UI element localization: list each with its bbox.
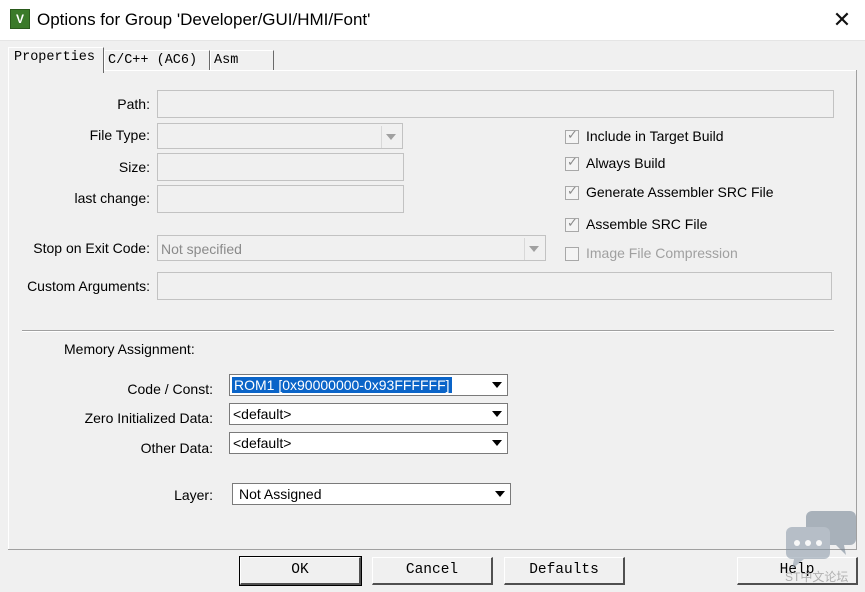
layer-label: Layer: xyxy=(174,487,213,503)
defaults-button[interactable]: Defaults xyxy=(504,557,625,585)
other-data-select[interactable]: <default> xyxy=(229,432,508,454)
memory-assignment-label: Memory Assignment: xyxy=(64,341,195,357)
chevron-down-icon xyxy=(524,238,543,260)
size-label: Size: xyxy=(118,159,150,175)
chevron-down-icon xyxy=(381,126,400,148)
panel-border-bottom xyxy=(8,549,857,550)
generate-asm-src-checkbox[interactable] xyxy=(565,184,579,200)
always-build-label: Always Build xyxy=(586,155,666,171)
path-field xyxy=(157,90,834,118)
other-data-value: <default> xyxy=(233,435,292,451)
size-field xyxy=(157,153,404,181)
always-build-checkbox[interactable] xyxy=(565,155,579,171)
layer-value: Not Assigned xyxy=(239,486,322,502)
stop-exit-value: Not specified xyxy=(161,241,242,257)
dialog-body: Properties C/C++ (AC6) Asm Path: File Ty… xyxy=(0,40,865,592)
include-build-checkbox[interactable] xyxy=(565,128,579,144)
generate-asm-src-label: Generate Assembler SRC File xyxy=(586,184,774,200)
assemble-src-label: Assemble SRC File xyxy=(586,216,708,232)
zero-init-select[interactable]: <default> xyxy=(229,403,508,425)
include-build-label: Include in Target Build xyxy=(586,128,724,144)
zero-init-value: <default> xyxy=(233,406,292,422)
layer-select[interactable]: Not Assigned xyxy=(232,483,511,505)
section-divider-highlight xyxy=(22,331,834,332)
ok-button[interactable]: OK xyxy=(239,556,362,586)
stop-exit-combo: Not specified xyxy=(157,235,546,261)
custom-args-field xyxy=(157,272,832,300)
title-bar: V Options for Group 'Developer/GUI/HMI/F… xyxy=(0,0,865,40)
panel-border-left xyxy=(8,70,9,550)
custom-args-label: Custom Arguments: xyxy=(27,278,150,294)
chevron-down-icon[interactable] xyxy=(488,405,506,423)
code-const-select[interactable]: ROM1 [0x90000000-0x93FFFFFF] xyxy=(229,374,508,396)
zero-init-label: Zero Initialized Data: xyxy=(84,410,213,426)
tab-properties[interactable]: Properties xyxy=(8,47,104,73)
code-const-label: Code / Const: xyxy=(127,381,213,397)
tab-panel-border xyxy=(8,70,857,71)
code-const-value: ROM1 [0x90000000-0x93FFFFFF] xyxy=(232,377,452,393)
watermark-text: ST中文论坛 xyxy=(785,570,849,584)
path-label: Path: xyxy=(117,96,150,112)
chevron-down-icon[interactable] xyxy=(488,376,506,394)
image-compression-checkbox xyxy=(565,247,579,261)
file-type-combo xyxy=(157,123,403,149)
stop-exit-label: Stop on Exit Code: xyxy=(33,240,150,256)
close-icon[interactable]: ✕ xyxy=(826,4,858,36)
window-title: Options for Group 'Developer/GUI/HMI/Fon… xyxy=(37,10,371,29)
assemble-src-checkbox[interactable] xyxy=(565,216,579,232)
tab-asm[interactable]: Asm xyxy=(210,50,274,71)
cancel-button[interactable]: Cancel xyxy=(372,557,493,585)
tab-cpp-ac6[interactable]: C/C++ (AC6) xyxy=(104,50,210,71)
last-change-field xyxy=(157,185,404,213)
chevron-down-icon[interactable] xyxy=(488,434,506,452)
keil-app-icon: V xyxy=(10,9,30,29)
file-type-label: File Type: xyxy=(89,127,150,143)
image-compression-label: Image File Compression xyxy=(586,245,738,261)
last-change-label: last change: xyxy=(74,190,151,206)
chevron-down-icon[interactable] xyxy=(491,485,509,503)
panel-border-right xyxy=(856,70,857,550)
other-data-label: Other Data: xyxy=(140,440,213,456)
